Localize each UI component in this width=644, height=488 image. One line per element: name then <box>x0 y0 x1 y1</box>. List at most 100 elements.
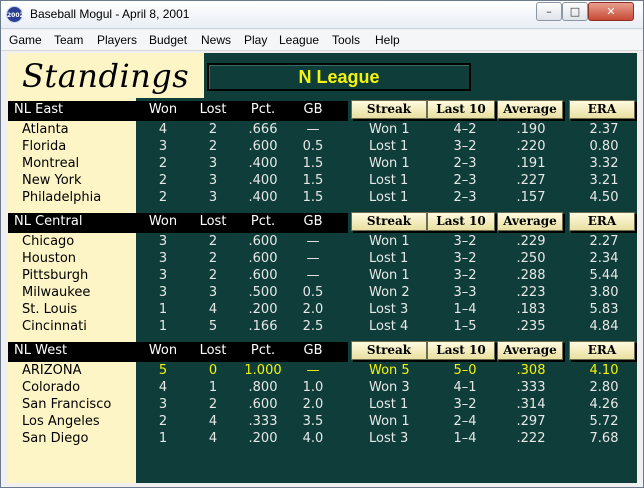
menu-budget[interactable]: Budget <box>149 33 187 47</box>
column-header-lost[interactable]: Lost <box>188 102 238 117</box>
cell-lost: 2 <box>208 268 218 283</box>
close-button[interactable]: ✕ <box>588 2 634 21</box>
team-row[interactable]: Milwaukee 3 3 .500 0.5 Won 2 3–3 .223 3.80 <box>8 284 637 301</box>
tab-last10[interactable]: Last 10 <box>427 341 495 360</box>
tab-streak[interactable]: Streak <box>351 212 427 231</box>
tab-era[interactable]: ERA <box>569 100 635 119</box>
team-name[interactable]: Atlanta <box>22 121 69 138</box>
menu-game[interactable]: Game <box>9 33 42 47</box>
cell-won: 2 <box>158 414 168 429</box>
cell-era: 4.10 <box>589 363 619 378</box>
team-name[interactable]: Philadelphia <box>22 189 101 206</box>
team-name[interactable]: Florida <box>22 138 66 155</box>
cell-won: 3 <box>158 139 168 154</box>
column-header-lost[interactable]: Lost <box>188 343 238 358</box>
team-row[interactable]: Colorado 4 1 .800 1.0 Won 3 4–1 .333 2.80 <box>8 379 637 396</box>
team-name[interactable]: Montreal <box>22 155 79 172</box>
minimize-button[interactable]: – <box>536 2 562 21</box>
menu-help[interactable]: Help <box>375 33 400 47</box>
cell-last10: 5–0 <box>453 363 477 378</box>
title-bar: 2002 Baseball Mogul - April 8, 2001 – □ … <box>1 1 643 29</box>
team-name[interactable]: Colorado <box>22 379 80 396</box>
column-header-pct[interactable]: Pct. <box>238 214 288 229</box>
column-header-won[interactable]: Won <box>138 214 188 229</box>
maximize-button[interactable]: □ <box>562 2 588 21</box>
team-name[interactable]: Cincinnati <box>22 318 87 335</box>
tab-last10[interactable]: Last 10 <box>427 100 495 119</box>
cell-streak: Won 3 <box>369 380 410 395</box>
cell-pct: .333 <box>248 414 278 429</box>
cell-pct: .800 <box>248 380 278 395</box>
cell-won: 2 <box>158 156 168 171</box>
column-header-won[interactable]: Won <box>138 102 188 117</box>
tab-streak[interactable]: Streak <box>351 100 427 119</box>
cell-avg: .250 <box>516 251 546 266</box>
team-name[interactable]: Houston <box>22 250 76 267</box>
tab-era[interactable]: ERA <box>569 212 635 231</box>
menu-play[interactable]: Play <box>244 33 267 47</box>
cell-era: 4.50 <box>589 190 619 205</box>
cell-last10: 4–2 <box>453 122 477 137</box>
team-name[interactable]: New York <box>22 172 82 189</box>
menu-league[interactable]: League <box>279 33 319 47</box>
tab-era[interactable]: ERA <box>569 341 635 360</box>
team-row[interactable]: San Diego 1 4 .200 4.0 Lost 3 1–4 .222 7.68 <box>8 430 637 447</box>
team-name[interactable]: San Francisco <box>22 396 111 413</box>
cell-lost: 3 <box>208 190 218 205</box>
cell-avg: .157 <box>516 190 546 205</box>
team-name[interactable]: St. Louis <box>22 301 77 318</box>
team-row[interactable]: Chicago 3 2 .600 — Won 1 3–2 .229 2.27 <box>8 233 637 250</box>
column-header-gb[interactable]: GB <box>288 343 338 358</box>
team-name[interactable]: ARIZONA <box>22 362 82 379</box>
menu-tools[interactable]: Tools <box>332 33 360 47</box>
column-header-lost[interactable]: Lost <box>188 214 238 229</box>
menu-news[interactable]: News <box>201 33 231 47</box>
column-header-gb[interactable]: GB <box>288 102 338 117</box>
cell-streak: Lost 1 <box>369 190 409 205</box>
team-row[interactable]: Atlanta 4 2 .666 — Won 1 4–2 .190 2.37 <box>8 121 637 138</box>
team-row[interactable]: St. Louis 1 4 .200 2.0 Lost 3 1–4 .183 5.83 <box>8 301 637 318</box>
cell-last10: 2–4 <box>453 414 477 429</box>
menu-players[interactable]: Players <box>97 33 137 47</box>
cell-streak: Won 1 <box>369 268 410 283</box>
team-row[interactable]: San Francisco 3 2 .600 2.0 Lost 1 3–2 .314 4.26 <box>8 396 637 413</box>
team-name[interactable]: Los Angeles <box>22 413 100 430</box>
tab-average[interactable]: Average <box>497 212 563 231</box>
team-name[interactable]: Pittsburgh <box>22 267 88 284</box>
cell-avg: .229 <box>516 234 546 249</box>
team-row[interactable]: ARIZONA 5 0 1.000 — Won 5 5–0 .308 4.10 <box>8 362 637 379</box>
cell-pct: .600 <box>248 234 278 249</box>
cell-gb: 2.0 <box>302 397 324 412</box>
column-header-pct[interactable]: Pct. <box>238 343 288 358</box>
cell-last10: 4–1 <box>453 380 477 395</box>
team-row[interactable]: Florida 3 2 .600 0.5 Lost 1 3–2 .220 0.80 <box>8 138 637 155</box>
menu-team[interactable]: Team <box>54 33 83 47</box>
cell-lost: 4 <box>208 431 218 446</box>
team-row[interactable]: Cincinnati 1 5 .166 2.5 Lost 4 1–5 .235 4.84 <box>8 318 637 335</box>
tab-last10[interactable]: Last 10 <box>427 212 495 231</box>
cell-lost: 3 <box>208 156 218 171</box>
column-header-won[interactable]: Won <box>138 343 188 358</box>
team-row[interactable]: Philadelphia 2 3 .400 1.5 Lost 1 2–3 .157 4.50 <box>8 189 637 206</box>
cell-last10: 2–3 <box>453 190 477 205</box>
app-window: 2002 Baseball Mogul - April 8, 2001 – □ … <box>0 0 644 488</box>
cell-avg: .223 <box>516 285 546 300</box>
tab-average[interactable]: Average <box>497 341 563 360</box>
team-row[interactable]: New York 2 3 .400 1.5 Lost 1 2–3 .227 3.21 <box>8 172 637 189</box>
team-row[interactable]: Pittsburgh 3 2 .600 — Won 1 3–2 .288 5.44 <box>8 267 637 284</box>
team-name[interactable]: Milwaukee <box>22 284 90 301</box>
cell-era: 2.80 <box>589 380 619 395</box>
cell-pct: 1.000 <box>244 363 282 378</box>
column-header-pct[interactable]: Pct. <box>238 102 288 117</box>
team-row[interactable]: Los Angeles 2 4 .333 3.5 Won 1 2–4 .297 5.72 <box>8 413 637 430</box>
cell-won: 3 <box>158 234 168 249</box>
column-header-gb[interactable]: GB <box>288 214 338 229</box>
team-row[interactable]: Houston 3 2 .600 — Lost 1 3–2 .250 2.34 <box>8 250 637 267</box>
league-selector[interactable]: N League <box>207 63 471 91</box>
tab-average[interactable]: Average <box>497 100 563 119</box>
team-name[interactable]: San Diego <box>22 430 88 447</box>
tab-streak[interactable]: Streak <box>351 341 427 360</box>
cell-streak: Lost 1 <box>369 251 409 266</box>
team-row[interactable]: Montreal 2 3 .400 1.5 Won 1 2–3 .191 3.32 <box>8 155 637 172</box>
team-name[interactable]: Chicago <box>22 233 74 250</box>
